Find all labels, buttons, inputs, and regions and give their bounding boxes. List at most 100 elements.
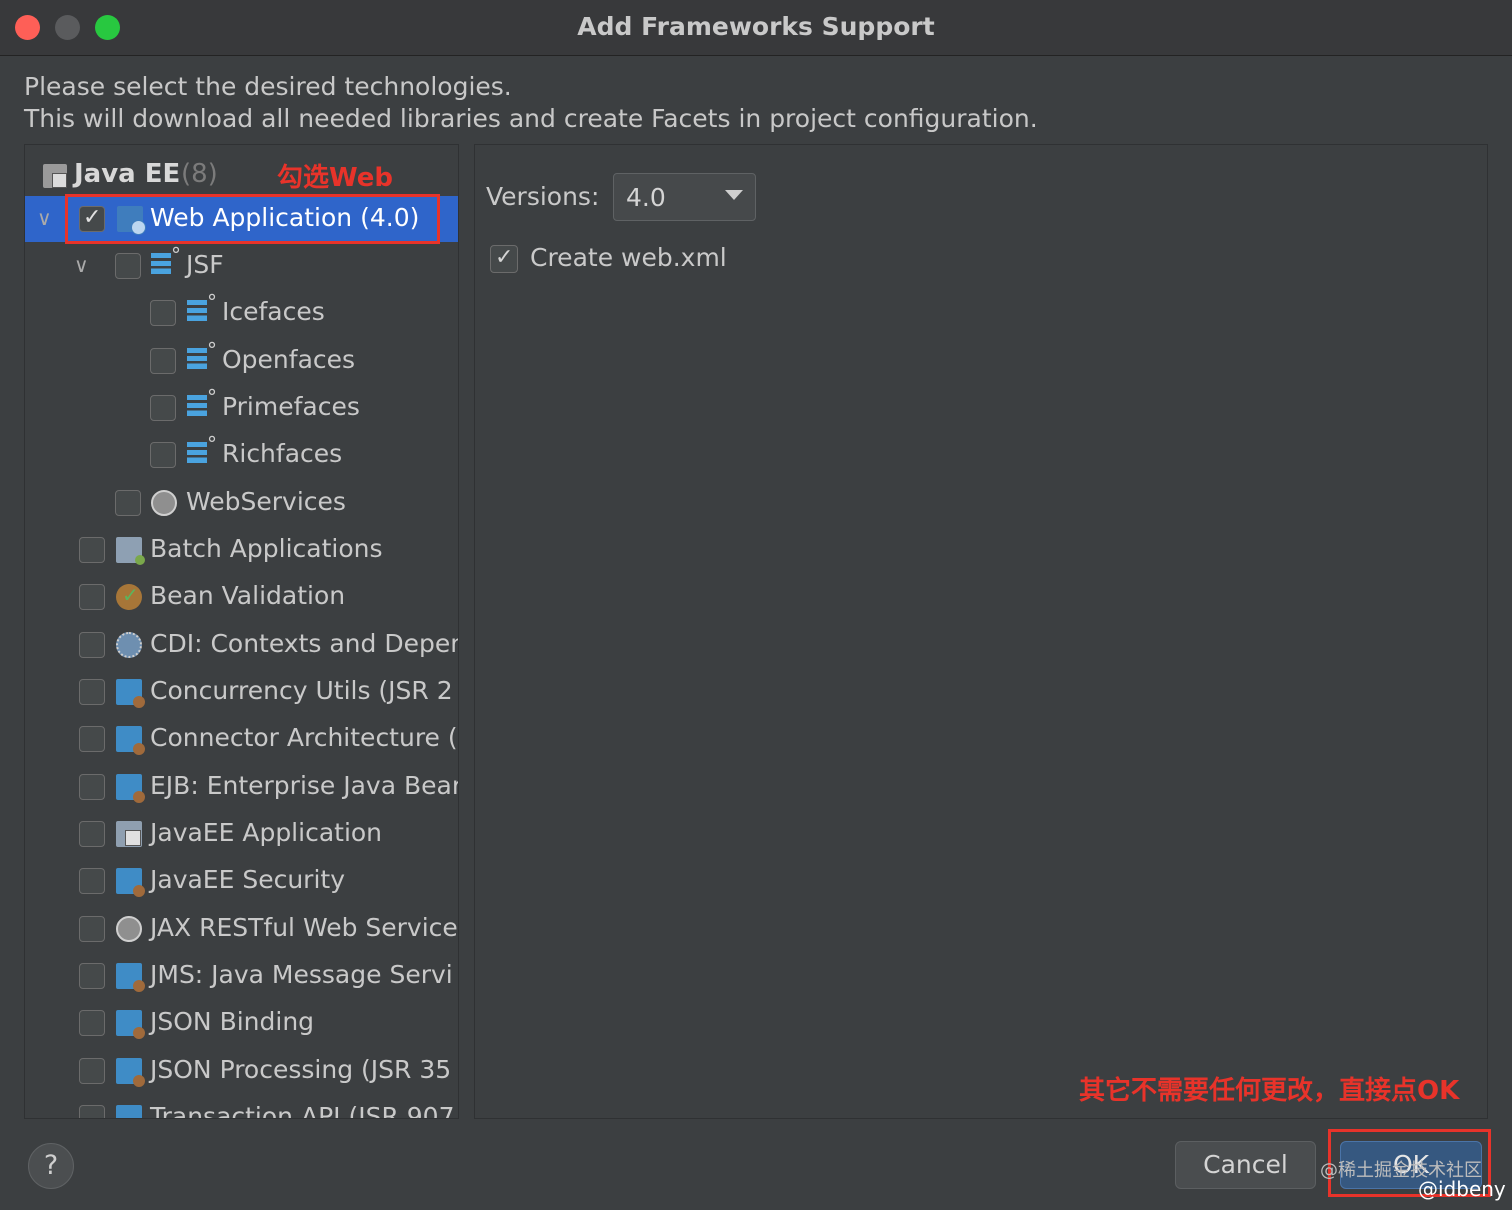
framework-details-panel [474, 144, 1488, 1119]
tree-item-label: Batch Applications [150, 534, 383, 563]
tree-item-label: JMS: Java Message Servi [150, 960, 453, 989]
jsf-icon [151, 243, 181, 279]
watermark-author: @idbeny [1418, 1177, 1506, 1201]
tree-item-label: Connector Architecture (. [150, 723, 459, 752]
tree-item-label: Primefaces [222, 392, 360, 421]
versions-dropdown[interactable]: 4.0 [613, 173, 756, 221]
jsf-icon [187, 432, 217, 468]
checkbox-bean-validation[interactable] [79, 584, 105, 610]
group-count: (8) [181, 159, 218, 189]
tree-item-label: Richfaces [222, 439, 343, 468]
tree-item-transaction-api[interactable]: Transaction API (JSR 907 [25, 1095, 458, 1119]
window-title: Add Frameworks Support [577, 12, 935, 41]
module-icon [116, 1010, 145, 1039]
module-icon [116, 963, 145, 992]
tree-item-javaee-security[interactable]: JavaEE Security [25, 858, 458, 904]
help-button[interactable]: ? [28, 1143, 74, 1189]
highlight-box-web-application [65, 194, 440, 244]
tree-item-json-processing[interactable]: JSON Processing (JSR 35 [25, 1048, 458, 1094]
tree-item-concurrency-utils[interactable]: Concurrency Utils (JSR 2 [25, 669, 458, 715]
checkbox-richfaces[interactable] [150, 442, 176, 468]
checkbox-concurrency-utils[interactable] [79, 679, 105, 705]
checkbox-icefaces[interactable] [150, 300, 176, 326]
tree-item-label: JSON Processing (JSR 35 [150, 1055, 452, 1084]
tree-item-bean-validation[interactable]: Bean Validation [25, 574, 458, 620]
tree-item-label: JavaEE Security [150, 865, 346, 894]
java-ee-icon [43, 164, 67, 188]
tree-item-ejb[interactable]: EJB: Enterprise Java Bear [25, 764, 459, 810]
tree-item-jms[interactable]: JMS: Java Message Servi [25, 953, 458, 999]
module-icon [116, 1058, 145, 1087]
checkbox-javaee-security[interactable] [79, 868, 105, 894]
tree-item-label: JSF [186, 250, 224, 279]
title-bar: Add Frameworks Support [0, 0, 1512, 56]
tree-item-label: JavaEE Application [150, 818, 383, 847]
tree-item-label: WebServices [186, 487, 346, 516]
tree-item-javaee-application[interactable]: JavaEE Application [25, 811, 458, 857]
tree-item-label: Transaction API (JSR 907 [150, 1102, 455, 1119]
dropdown-arrow-icon [725, 190, 743, 200]
tree-item-connector-architecture[interactable]: Connector Architecture (. [25, 716, 459, 762]
versions-label: Versions: [486, 182, 600, 211]
tree-item-label: JSON Binding [150, 1007, 315, 1036]
bean-validation-icon [116, 583, 142, 610]
tree-item-jax-rs[interactable]: JAX RESTful Web Service [25, 906, 458, 952]
tree-item-label: JAX RESTful Web Service [150, 913, 458, 942]
jsf-icon [187, 385, 217, 421]
module-icon [116, 726, 145, 755]
module-icon [116, 868, 145, 897]
create-web-xml-label[interactable]: Create web.xml [530, 243, 727, 272]
group-label: Java EE [74, 159, 181, 189]
checkbox-transaction-api[interactable] [79, 1105, 105, 1118]
tree-item-cdi[interactable]: CDI: Contexts and Depen [25, 622, 459, 668]
globe-icon [116, 916, 142, 942]
checkbox-openfaces[interactable] [150, 348, 176, 374]
checkbox-ejb[interactable] [79, 774, 105, 800]
globe-icon [151, 490, 177, 516]
jsf-icon [187, 290, 217, 326]
tree-item-richfaces[interactable]: Richfaces [25, 432, 458, 478]
description-line-1: Please select the desired technologies. [24, 72, 512, 101]
tree-item-icefaces[interactable]: Icefaces [25, 290, 458, 336]
tree-item-label: EJB: Enterprise Java Bear [150, 771, 459, 800]
cdi-icon [116, 632, 142, 658]
module-icon [116, 774, 145, 803]
tree-item-openfaces[interactable]: Openfaces [25, 338, 458, 384]
chevron-down-icon[interactable]: ∨ [37, 206, 52, 230]
tree-group-java-ee: Java EE (8) 勾选Web [25, 149, 458, 193]
tree-item-primefaces[interactable]: Primefaces [25, 385, 458, 431]
cancel-button[interactable]: Cancel [1175, 1141, 1316, 1189]
annotation-click-ok: 其它不需要任何更改，直接点OK [1079, 1076, 1460, 1106]
checkbox-javaee-application[interactable] [79, 821, 105, 847]
annotation-select-web: 勾选Web [277, 163, 393, 193]
checkbox-jms[interactable] [79, 963, 105, 989]
checkbox-batch-applications[interactable] [79, 537, 105, 563]
versions-value: 4.0 [626, 183, 666, 212]
tree-item-jsf[interactable]: ∨ JSF [25, 243, 458, 289]
module-icon [116, 679, 145, 708]
checkbox-jax-rs[interactable] [79, 916, 105, 942]
tree-item-label: CDI: Contexts and Depen [150, 629, 459, 658]
checkbox-jsf[interactable] [115, 253, 141, 279]
chevron-down-icon[interactable]: ∨ [74, 253, 89, 277]
technologies-tree[interactable]: Java EE (8) 勾选Web ∨ Web Application (4.0… [24, 144, 459, 1119]
checkbox-json-binding[interactable] [79, 1010, 105, 1036]
create-web-xml-checkbox[interactable] [490, 245, 518, 273]
tree-item-label: Concurrency Utils (JSR 2 [150, 676, 453, 705]
batch-folder-icon [116, 537, 145, 565]
jsf-icon [187, 338, 217, 374]
description-line-2: This will download all needed libraries … [24, 104, 1038, 133]
checkbox-json-processing[interactable] [79, 1058, 105, 1084]
tree-item-label: Openfaces [222, 345, 356, 374]
tree-item-label: Bean Validation [150, 581, 346, 610]
checkbox-connector-architecture[interactable] [79, 726, 105, 752]
tree-item-webservices[interactable]: WebServices [25, 480, 458, 526]
tree-item-json-binding[interactable]: JSON Binding [25, 1000, 458, 1046]
tree-item-label: Icefaces [222, 297, 325, 326]
javaee-app-icon [116, 821, 142, 847]
module-icon [116, 1105, 142, 1118]
checkbox-primefaces[interactable] [150, 395, 176, 421]
checkbox-webservices[interactable] [115, 490, 141, 516]
checkbox-cdi[interactable] [79, 632, 105, 658]
tree-item-batch-applications[interactable]: Batch Applications [25, 527, 458, 573]
